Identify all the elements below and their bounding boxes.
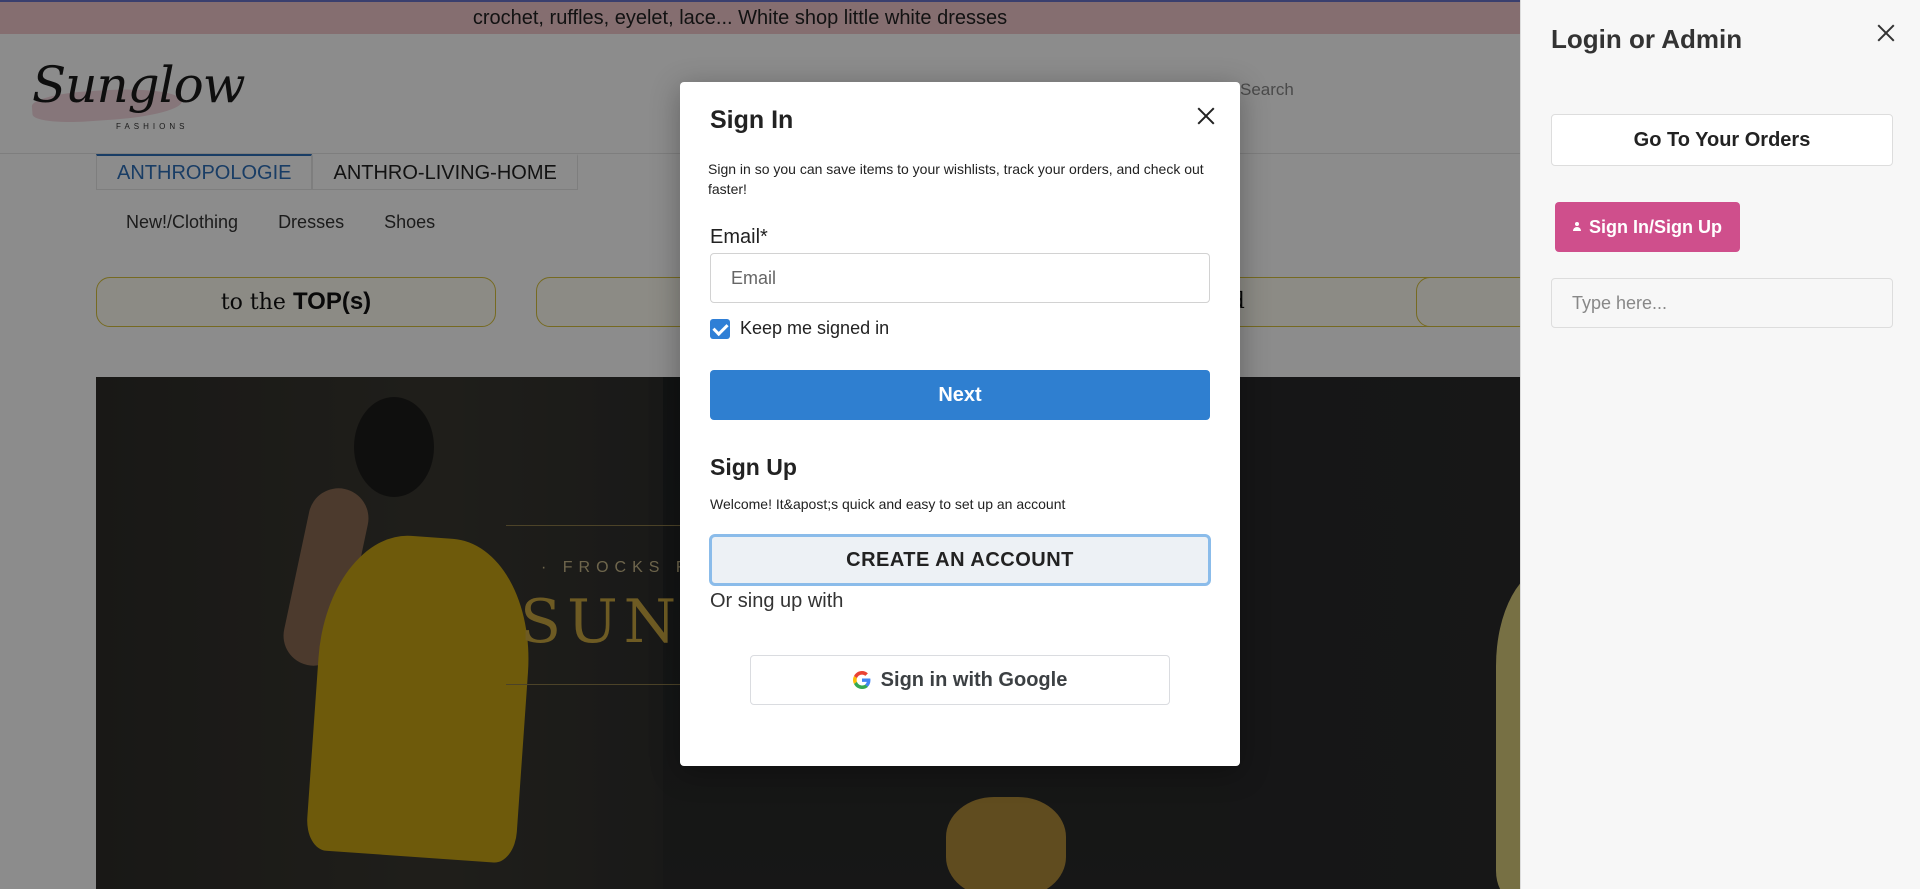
keep-signed-in-label[interactable]: Keep me signed in [740, 318, 889, 339]
go-to-orders-button[interactable]: Go To Your Orders [1551, 114, 1893, 166]
close-icon[interactable] [1192, 102, 1220, 130]
email-field[interactable] [710, 253, 1210, 303]
google-signin-label: Sign in with Google [880, 668, 1068, 691]
sign-in-modal: Sign In Sign in so you can save items to… [680, 82, 1240, 766]
create-account-button[interactable]: CREATE AN ACCOUNT [709, 534, 1211, 586]
google-signin-button[interactable]: Sign in with Google [750, 655, 1170, 705]
panel-title: Login or Admin [1551, 24, 1743, 54]
keep-signed-in-row[interactable]: Keep me signed in [710, 318, 889, 339]
email-label: Email* [710, 226, 768, 248]
modal-description: Sign in so you can save items to your wi… [708, 161, 1204, 197]
google-icon [852, 671, 871, 689]
signin-signup-button[interactable]: Sign In/Sign Up [1555, 202, 1740, 252]
panel-close-icon[interactable] [1873, 20, 1899, 46]
signup-title: Sign Up [710, 454, 797, 480]
signin-signup-label: Sign In/Sign Up [1589, 216, 1722, 237]
or-signup-text: Or sing up with [710, 590, 844, 612]
panel-text-input[interactable] [1551, 278, 1893, 328]
user-icon [1573, 222, 1581, 232]
next-button[interactable]: Next [710, 370, 1210, 420]
signup-description: Welcome! It&apost;s quick and easy to se… [710, 496, 1066, 512]
login-side-panel: Login or Admin Go To Your Orders Sign In… [1520, 0, 1920, 889]
modal-title: Sign In [710, 106, 794, 134]
keep-signed-in-checkbox[interactable] [710, 318, 730, 339]
